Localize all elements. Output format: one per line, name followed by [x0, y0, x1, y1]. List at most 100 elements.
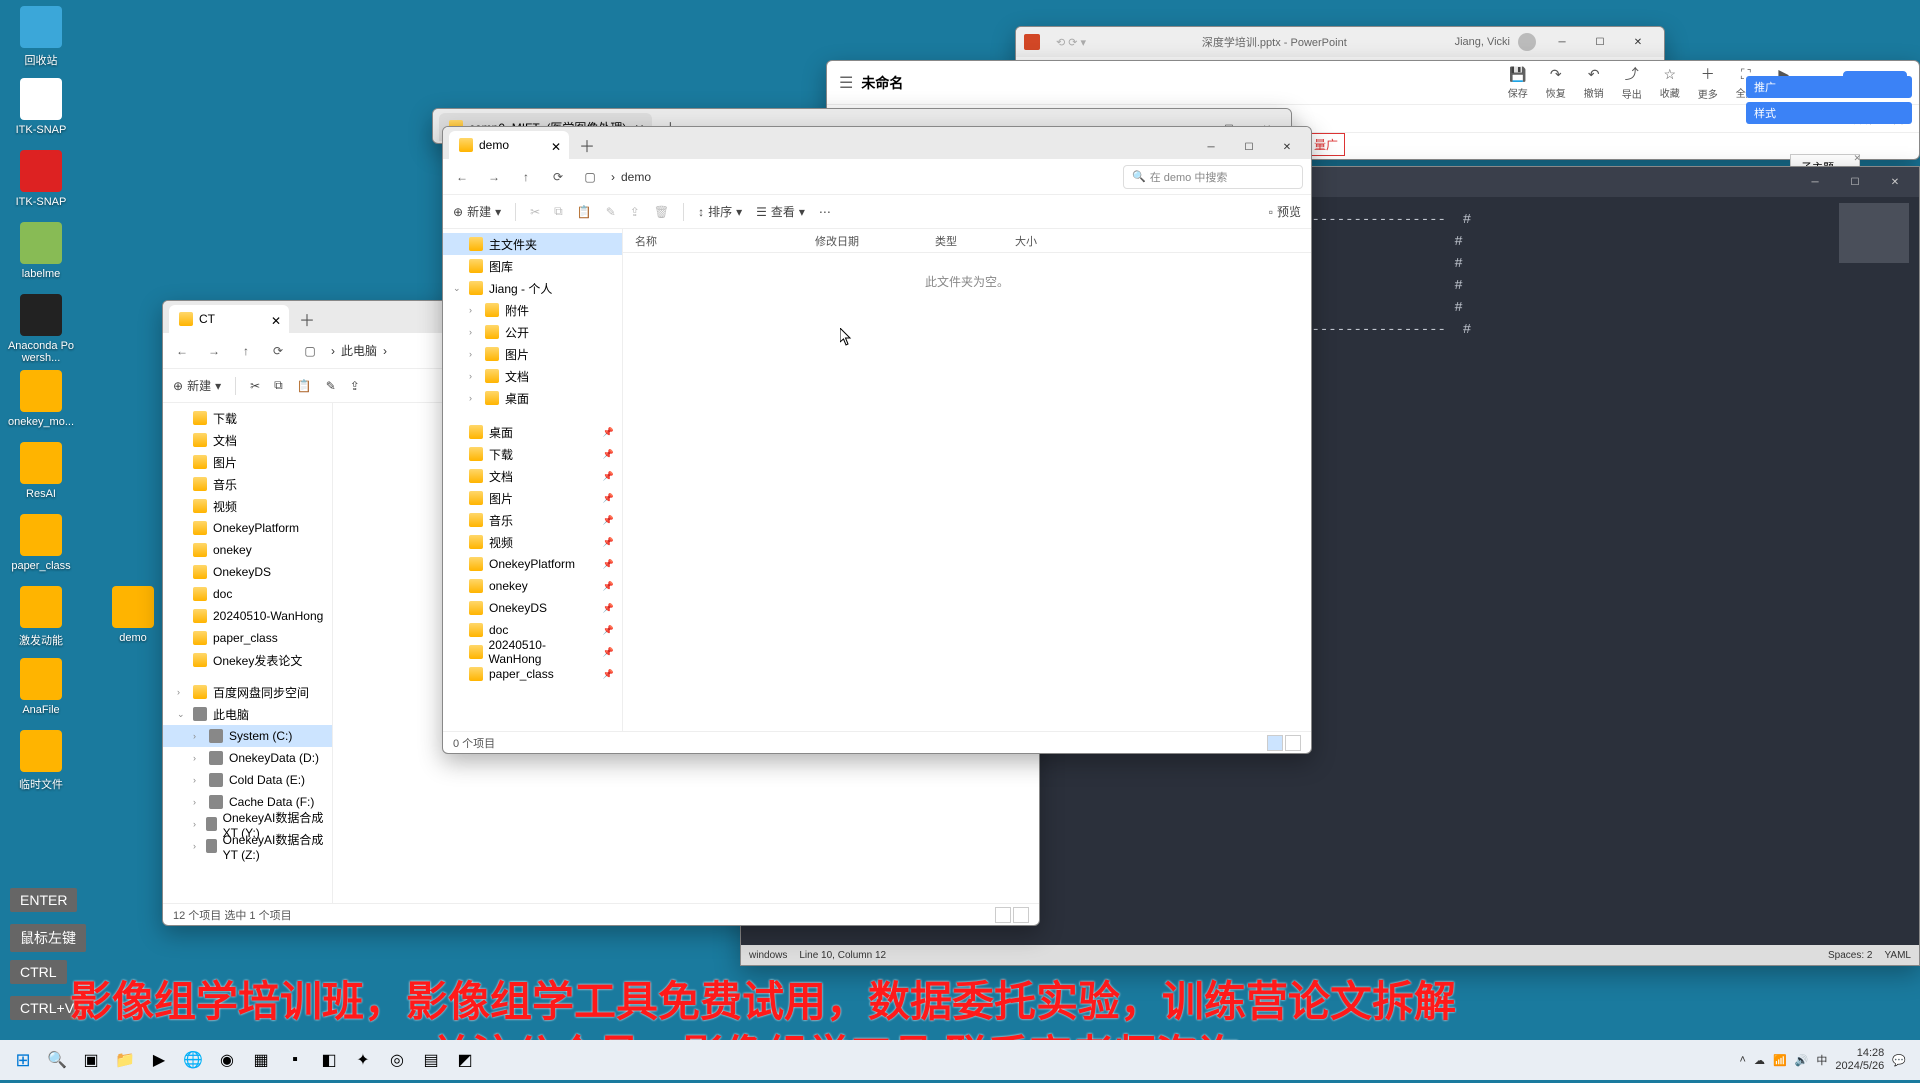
sidebar-item[interactable]: paper_class 📌	[443, 663, 622, 685]
breadcrumb[interactable]: ›demo	[611, 170, 1113, 184]
sidebar-item[interactable]: › 百度网盘同步空间	[163, 681, 332, 703]
tray-vol-icon[interactable]: 🔊	[1795, 1054, 1809, 1067]
app2-icon[interactable]: ▦	[244, 1043, 278, 1077]
new-tab-button[interactable]: ＋	[573, 131, 601, 159]
sidebar-item[interactable]: 图库	[443, 255, 622, 277]
explorer-icon[interactable]: 📁	[108, 1043, 142, 1077]
desktop-icon[interactable]: AnaFile	[6, 658, 76, 716]
desktop-icon[interactable]: labelme	[6, 222, 76, 280]
sidebar-item[interactable]: ⌄ 此电脑	[163, 703, 332, 725]
desktop-icon[interactable]: 回收站	[6, 6, 76, 68]
close-button[interactable]: ✕	[1620, 30, 1656, 54]
sidebar-item[interactable]: 文档	[163, 429, 332, 451]
notif-icon[interactable]: 💬	[1892, 1054, 1906, 1067]
new-button[interactable]: ⊕ 新建 ▾	[173, 377, 221, 394]
tray-cloud-icon[interactable]: ☁	[1754, 1054, 1765, 1067]
paste-icon[interactable]: 📋	[297, 379, 312, 393]
mm-undo[interactable]: ↶撤销	[1584, 66, 1604, 100]
desktop-icon[interactable]: 临时文件	[6, 730, 76, 792]
minimize-button[interactable]: ─	[1544, 30, 1580, 54]
sidebar-item[interactable]: 音乐	[163, 473, 332, 495]
search-icon[interactable]: 🔍	[40, 1043, 74, 1077]
app5-icon[interactable]: ◎	[380, 1043, 414, 1077]
mm-redo[interactable]: ↷恢复	[1546, 66, 1566, 100]
sidebar-item[interactable]: paper_class	[163, 627, 332, 649]
search-input[interactable]: 🔍 在 demo 中搜索	[1123, 165, 1303, 189]
refresh-icon[interactable]: ⟳	[547, 166, 569, 188]
sidebar-item[interactable]: OnekeyPlatform 📌	[443, 553, 622, 575]
desktop-icon[interactable]: demo	[98, 586, 168, 644]
cut-icon[interactable]: ✂	[250, 379, 260, 393]
desktop-icon[interactable]: ITK-SNAP	[6, 78, 76, 136]
terminal-icon[interactable]: ▪	[278, 1043, 312, 1077]
menu-icon[interactable]: ☰	[839, 73, 853, 93]
home-icon[interactable]: ▢	[579, 166, 601, 188]
close-tab-icon[interactable]: ✕	[271, 314, 281, 324]
view-list-icon[interactable]	[1267, 735, 1283, 751]
app4-icon[interactable]: ✦	[346, 1043, 380, 1077]
sidebar-item[interactable]: 20240510-WanHong	[163, 605, 332, 627]
minimize-button[interactable]: ─	[1193, 135, 1229, 159]
mm-promote[interactable]: 推广	[1746, 76, 1912, 98]
clock[interactable]: 14:28 2024/5/26	[1835, 1047, 1884, 1073]
sidebar-item[interactable]: 音乐 📌	[443, 509, 622, 531]
view-list-icon[interactable]	[995, 907, 1011, 923]
sidebar-item[interactable]: › Cold Data (E:)	[163, 769, 332, 791]
copy-icon[interactable]: ⧉	[274, 378, 283, 393]
tray-ime-icon[interactable]: 中	[1816, 1052, 1827, 1068]
desktop-icon[interactable]: paper_class	[6, 514, 76, 572]
sidebar-item[interactable]: 桌面 📌	[443, 421, 622, 443]
sidebar-item[interactable]: › 附件	[443, 299, 622, 321]
app-icon[interactable]: ▶	[142, 1043, 176, 1077]
sidebar-item[interactable]: ⌄ Jiang - 个人	[443, 277, 622, 299]
up-icon[interactable]: ↑	[235, 340, 257, 362]
maximize-button[interactable]: ☐	[1582, 30, 1618, 54]
more-icon[interactable]: ⋯	[819, 205, 831, 219]
rename-icon[interactable]: ✎	[326, 379, 336, 393]
close-button[interactable]: ✕	[1877, 170, 1913, 194]
forward-icon[interactable]: →	[483, 166, 505, 188]
sidebar-item[interactable]: › 桌面	[443, 387, 622, 409]
app6-icon[interactable]: ▤	[414, 1043, 448, 1077]
home-icon[interactable]: ▢	[299, 340, 321, 362]
ct-sidebar[interactable]: 下载 文档 图片 音乐 视频 OnekeyPlatform onekey One…	[163, 403, 333, 903]
mm-save[interactable]: 💾保存	[1508, 66, 1528, 100]
new-button[interactable]: ⊕ 新建 ▾	[453, 203, 501, 220]
sidebar-item[interactable]: Onekey发表论文	[163, 649, 332, 671]
close-button[interactable]: ✕	[1269, 135, 1305, 159]
sidebar-item[interactable]: OnekeyDS 📌	[443, 597, 622, 619]
app7-icon[interactable]: ◩	[448, 1043, 482, 1077]
maximize-button[interactable]: ☐	[1231, 135, 1267, 159]
sidebar-item[interactable]: 视频	[163, 495, 332, 517]
desktop-icon[interactable]: ResAI	[6, 442, 76, 500]
sidebar-item[interactable]: onekey	[163, 539, 332, 561]
sidebar-item[interactable]: 图片 📌	[443, 487, 622, 509]
sidebar-item[interactable]: › 公开	[443, 321, 622, 343]
sidebar-item[interactable]: 下载	[163, 407, 332, 429]
mm-style[interactable]: 样式	[1746, 102, 1912, 124]
sidebar-item[interactable]: 视频 📌	[443, 531, 622, 553]
desktop-icon[interactable]: onekey_mo...	[6, 370, 76, 428]
start-button[interactable]: ⊞	[6, 1043, 40, 1077]
tray-net-icon[interactable]: 📶	[1773, 1054, 1787, 1067]
sidebar-item[interactable]: › OnekeyData (D:)	[163, 747, 332, 769]
min-button[interactable]: ─	[1797, 170, 1833, 194]
sidebar-item[interactable]: 文档 📌	[443, 465, 622, 487]
sidebar-item[interactable]: 图片	[163, 451, 332, 473]
demo-tab[interactable]: demo ✕	[449, 131, 569, 159]
chrome-icon[interactable]: ◉	[210, 1043, 244, 1077]
mm-export[interactable]: ⤴导出	[1622, 64, 1642, 101]
view-button[interactable]: ☰ 查看 ▾	[756, 203, 805, 220]
desktop-icon[interactable]: ITK-SNAP	[6, 150, 76, 208]
up-icon[interactable]: ↑	[515, 166, 537, 188]
view-grid-icon[interactable]	[1013, 907, 1029, 923]
mm-more[interactable]: ＋更多	[1698, 64, 1718, 101]
sidebar-item[interactable]: › 文档	[443, 365, 622, 387]
mm-fav[interactable]: ☆收藏	[1660, 66, 1680, 100]
paste-icon[interactable]: 📋	[577, 205, 592, 219]
sidebar-item[interactable]: doc	[163, 583, 332, 605]
sidebar-item[interactable]: OnekeyPlatform	[163, 517, 332, 539]
forward-icon[interactable]: →	[203, 340, 225, 362]
sidebar-item[interactable]: › System (C:)	[163, 725, 332, 747]
view-grid-icon[interactable]	[1285, 735, 1301, 751]
